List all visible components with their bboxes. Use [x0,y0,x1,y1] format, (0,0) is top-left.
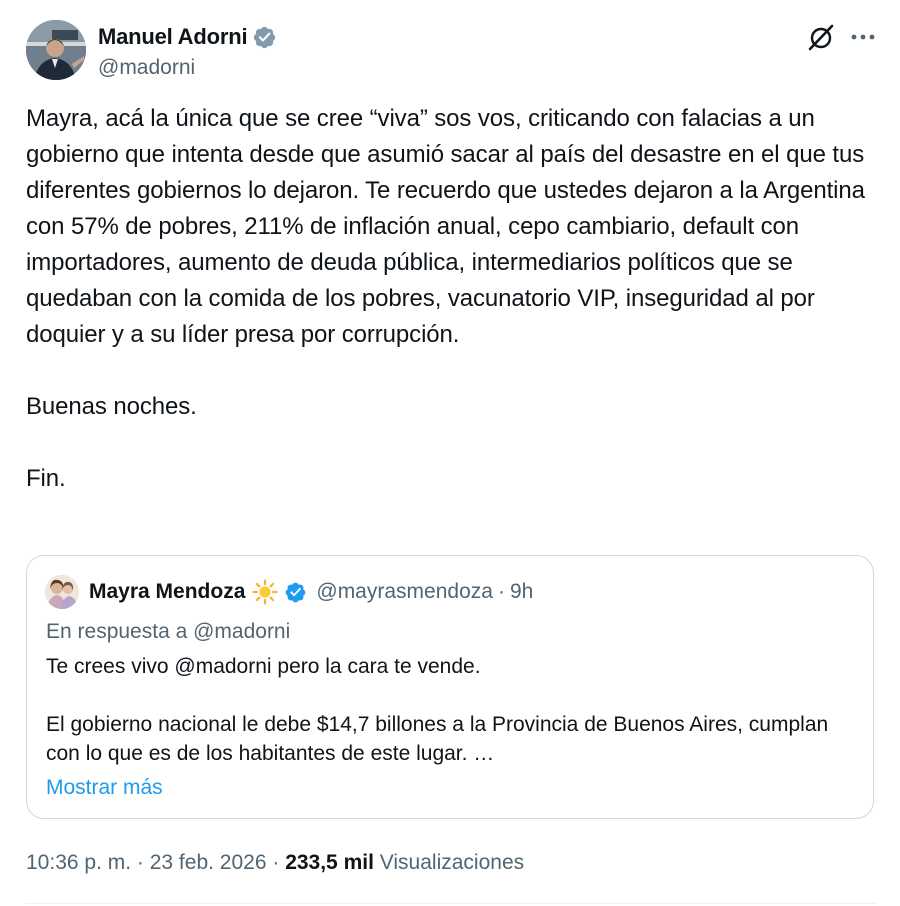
show-more-link[interactable]: Mostrar más [46,773,163,802]
quoted-reply-context: En respuesta a @madorni [46,620,291,643]
tweet-time[interactable]: 10:36 p. m. [26,851,131,874]
quoted-timestamp[interactable]: 9h [510,580,533,604]
meta-separator: · [266,851,286,874]
author-avatar[interactable] [26,20,86,80]
quoted-header: Mayra Mendoza @mayrasmendoza · 9h [89,578,533,606]
quoted-tweet-card[interactable]: Mayra Mendoza @mayrasmendoza · 9h En res… [26,555,874,819]
author-name-row[interactable]: Manuel Adorni [98,23,277,51]
quoted-author-name[interactable]: Mayra Mendoza [89,578,245,606]
author-avatar-image [26,20,86,80]
verified-badge-icon[interactable] [252,25,277,50]
more-options-icon[interactable] [850,28,876,46]
grok-icon[interactable] [806,22,836,52]
views-count: 233,5 mil [285,851,374,874]
views-label: Visualizaciones [373,851,525,874]
tweet-text: Mayra, acá la única que se cree “viva” s… [26,105,865,492]
meta-separator: · [131,851,150,874]
quoted-verified-badge-icon[interactable] [284,581,307,604]
divider [26,903,876,904]
author-handle[interactable]: @madorni [98,55,195,81]
tweet-date[interactable]: 23 feb. 2026 [150,851,267,874]
tweet-meta: 10:36 p. m. · 23 feb. 2026 · 233,5 mil V… [26,848,524,878]
quoted-separator: · [497,580,505,603]
quoted-tweet-text: Te crees vivo @madorni pero la cara te v… [46,655,829,765]
quoted-author-avatar[interactable] [45,575,79,609]
quoted-author-avatar-image [45,575,79,609]
sun-emoji-icon [252,579,278,605]
quoted-author-handle[interactable]: @mayrasmendoza [316,580,493,604]
author-name[interactable]: Manuel Adorni [98,23,248,51]
